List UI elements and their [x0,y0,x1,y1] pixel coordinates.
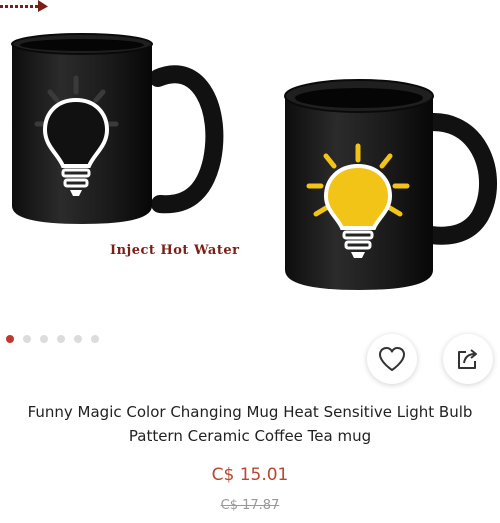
mug-cold [11,33,224,224]
product-image [11,33,497,290]
carousel-dot[interactable] [74,335,82,343]
arrow-right-icon [0,0,48,12]
heart-outline-icon [379,347,405,371]
carousel-dot[interactable] [57,335,65,343]
share-arrow-icon [458,349,477,369]
carousel-pagination [6,335,99,343]
carousel-dot[interactable] [6,335,14,343]
carousel-dot[interactable] [91,335,99,343]
mug-hot [284,79,497,290]
product-price: C$ 15.01 [211,465,289,485]
original-price: C$ 17.87 [220,498,280,513]
share-button[interactable] [443,334,493,384]
favorite-button[interactable] [367,334,417,384]
product-title: Funny Magic Color Changing Mug Heat Sens… [27,403,473,445]
carousel-dot[interactable] [40,335,48,343]
product-image-gallery[interactable]: Inject Hot Water [0,0,500,320]
image-caption: Inject Hot Water [110,243,240,258]
carousel-dot[interactable] [23,335,31,343]
